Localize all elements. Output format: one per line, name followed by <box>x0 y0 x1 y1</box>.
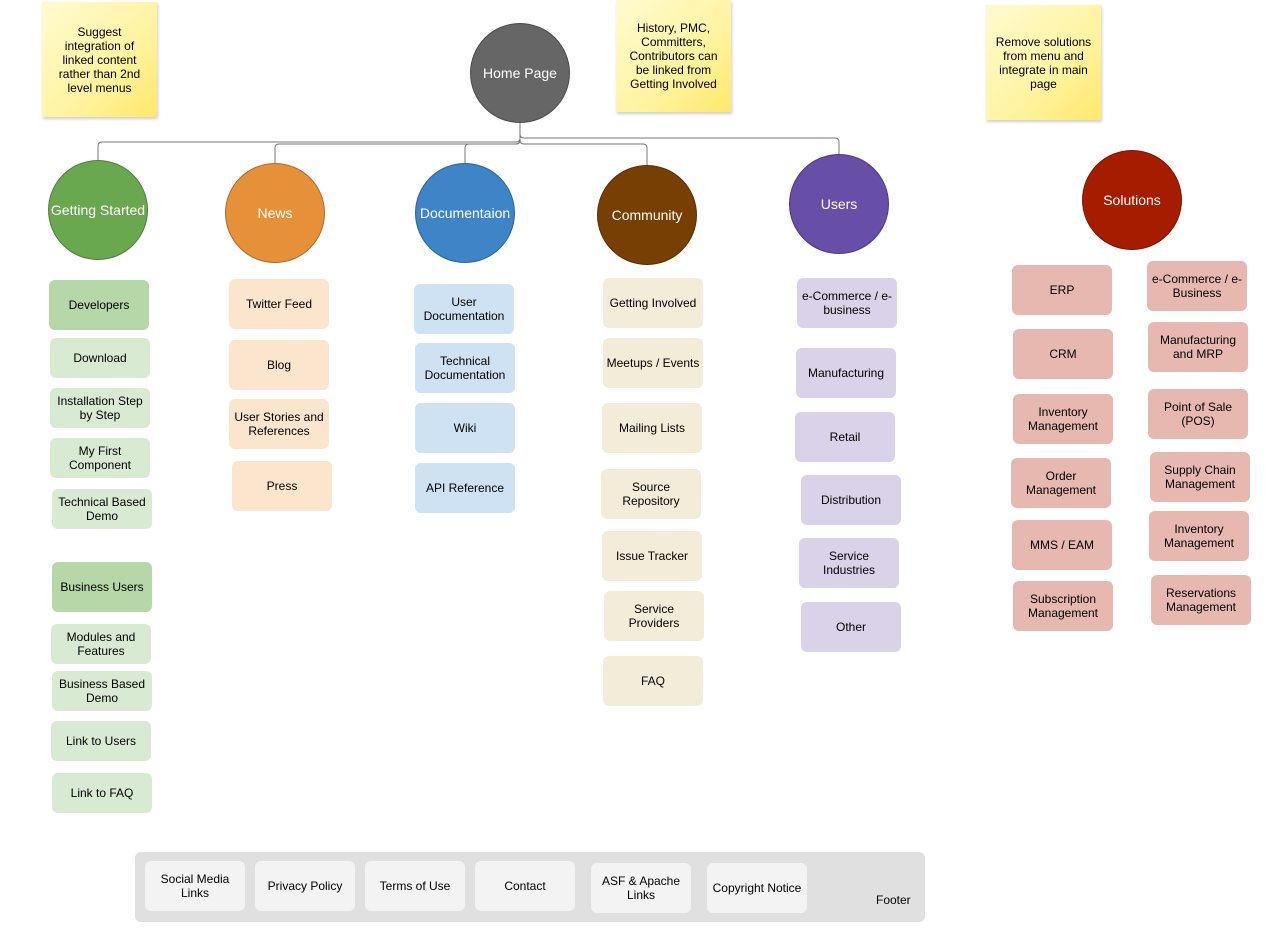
page-node: Supply Chain Management <box>1150 452 1250 502</box>
page-node: Reservations Management <box>1151 575 1251 625</box>
page-node: Inventory Management <box>1149 511 1249 561</box>
page-node: Mailing Lists <box>602 403 702 453</box>
connector <box>464 123 521 163</box>
page-node: Modules and Features <box>51 624 151 664</box>
page-node: Point of Sale (POS) <box>1148 389 1248 439</box>
page-node: Technical Documentation <box>415 343 515 393</box>
footer-link: Copyright Notice <box>707 863 807 913</box>
page-node: FAQ <box>603 656 703 706</box>
page-node: Order Management <box>1011 458 1111 508</box>
footer-link: Contact <box>475 861 575 911</box>
page-node: Inventory Management <box>1013 394 1113 444</box>
page-node: Service Industries <box>799 538 899 588</box>
page-node: Installation Step by Step <box>50 388 150 428</box>
home-page-node: Home Page <box>470 23 570 123</box>
section-node-users: Users <box>789 154 889 254</box>
sticky-note: Suggest integration of linked content ra… <box>42 2 157 117</box>
page-node: Other <box>801 602 901 652</box>
page-node: Press <box>232 461 332 511</box>
section-node-community: Community <box>597 165 697 265</box>
page-node: Wiki <box>415 403 515 453</box>
section-node-solutions: Solutions <box>1082 150 1182 250</box>
connector <box>519 123 840 154</box>
page-node: Business Users <box>52 562 152 612</box>
connector <box>97 123 521 160</box>
page-node: MMS / EAM <box>1012 520 1112 570</box>
page-node: Manufacturing and MRP <box>1148 322 1248 372</box>
page-node: API Reference <box>415 463 515 513</box>
page-node: My First Component <box>50 438 150 478</box>
footer-link: Social Media Links <box>145 861 245 911</box>
page-node: Twitter Feed <box>229 279 329 329</box>
page-node: e-Commerce / e-business <box>797 278 897 328</box>
footer-link: Privacy Policy <box>255 861 355 911</box>
page-node: Download <box>50 338 150 378</box>
footer-link: Terms of Use <box>365 861 465 911</box>
page-node: Source Repository <box>601 469 701 519</box>
footer-link: ASF & Apache Links <box>591 863 691 913</box>
page-node: Manufacturing <box>796 348 896 398</box>
section-node-documentaion: Documentaion <box>415 163 515 263</box>
page-node: Developers <box>49 280 149 330</box>
page-node: Subscription Management <box>1013 581 1113 631</box>
page-node: Technical Based Demo <box>52 489 152 529</box>
page-node: ERP <box>1012 265 1112 315</box>
page-node: Getting Involved <box>603 278 703 328</box>
page-node: Link to FAQ <box>52 773 152 813</box>
page-node: Blog <box>229 340 329 390</box>
connector <box>519 123 648 165</box>
page-node: Distribution <box>801 475 901 525</box>
sticky-note: Remove solutions from menu and integrate… <box>986 5 1101 120</box>
page-node: Link to Users <box>51 721 151 761</box>
connector <box>274 123 521 163</box>
page-node: CRM <box>1013 329 1113 379</box>
page-node: Retail <box>795 412 895 462</box>
section-node-news: News <box>225 163 325 263</box>
page-node: e-Commerce / e-Business <box>1147 261 1247 311</box>
page-node: Issue Tracker <box>602 531 702 581</box>
section-node-getting-started: Getting Started <box>48 160 148 260</box>
sitemap-diagram: Footer Home Page Suggest integration of l… <box>0 0 1273 942</box>
sticky-note: History, PMC, Committers, Contributors c… <box>616 0 731 112</box>
page-node: Business Based Demo <box>52 671 152 711</box>
footer-label: Footer <box>876 893 911 907</box>
page-node: User Documentation <box>414 284 514 334</box>
page-node: User Stories and References <box>229 399 329 449</box>
page-node: Service Providers <box>604 591 704 641</box>
page-node: Meetups / Events <box>603 338 703 388</box>
